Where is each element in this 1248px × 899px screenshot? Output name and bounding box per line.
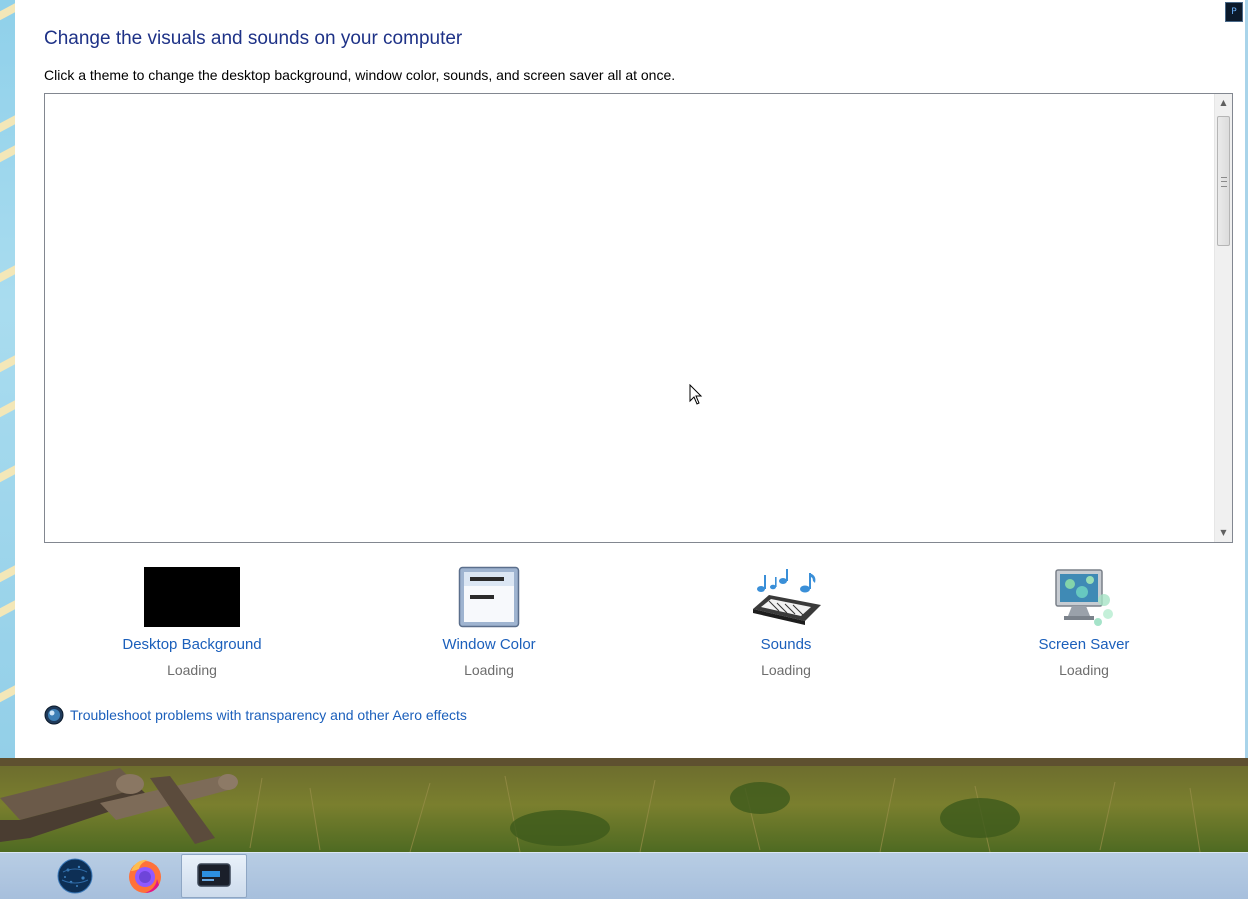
window-color-icon (458, 566, 520, 628)
scroll-down-arrow-icon[interactable]: ▼ (1215, 524, 1232, 542)
window-color-setting[interactable]: Window Color Loading (389, 565, 589, 678)
sounds-icon (753, 569, 821, 625)
page-subtitle: Click a theme to change the desktop back… (44, 67, 676, 83)
screen-saver-setting[interactable]: Screen Saver Loading (984, 565, 1184, 678)
window-color-status: Loading (464, 662, 514, 678)
screen-saver-link[interactable]: Screen Saver (984, 636, 1184, 653)
page-title: Change the visuals and sounds on your co… (44, 28, 463, 49)
taskbar-globe-button[interactable] (42, 854, 108, 898)
app-corner-icon[interactable]: P (1225, 2, 1243, 22)
firefox-icon (129, 859, 161, 893)
theme-list[interactable]: ▲ ▼ (44, 93, 1233, 543)
sounds-link[interactable]: Sounds (686, 636, 886, 653)
personalization-panel: P Change the visuals and sounds on your … (15, 0, 1245, 758)
personalization-window-icon (197, 863, 231, 887)
desktop-background-status: Loading (167, 662, 217, 678)
desktop-wallpaper (0, 758, 1248, 852)
mouse-cursor-icon (689, 384, 703, 405)
window-left-border (0, 0, 15, 758)
scroll-up-arrow-icon[interactable]: ▲ (1215, 94, 1232, 112)
globe-icon (57, 858, 93, 894)
window-color-link[interactable]: Window Color (389, 636, 589, 653)
troubleshoot-icon (44, 705, 64, 725)
taskbar (0, 852, 1248, 899)
troubleshoot-link-row[interactable]: Troubleshoot problems with transparency … (44, 705, 467, 725)
screen-saver-status: Loading (1059, 662, 1109, 678)
sounds-setting[interactable]: Sounds Loading (686, 565, 886, 678)
taskbar-personalization-button[interactable] (181, 854, 247, 898)
desktop-background-setting[interactable]: Desktop Background Loading (92, 565, 292, 678)
sounds-status: Loading (761, 662, 811, 678)
troubleshoot-link[interactable]: Troubleshoot problems with transparency … (70, 707, 467, 723)
desktop-background-link[interactable]: Desktop Background (92, 636, 292, 653)
screen-saver-icon (1055, 569, 1113, 626)
scroll-thumb[interactable] (1217, 116, 1230, 246)
taskbar-firefox-button[interactable] (112, 854, 178, 898)
theme-list-scrollbar[interactable]: ▲ ▼ (1214, 94, 1232, 542)
desktop-background-icon (144, 567, 240, 627)
scroll-grip-icon (1221, 177, 1227, 187)
taskbar-media-player-button[interactable] (0, 854, 14, 898)
